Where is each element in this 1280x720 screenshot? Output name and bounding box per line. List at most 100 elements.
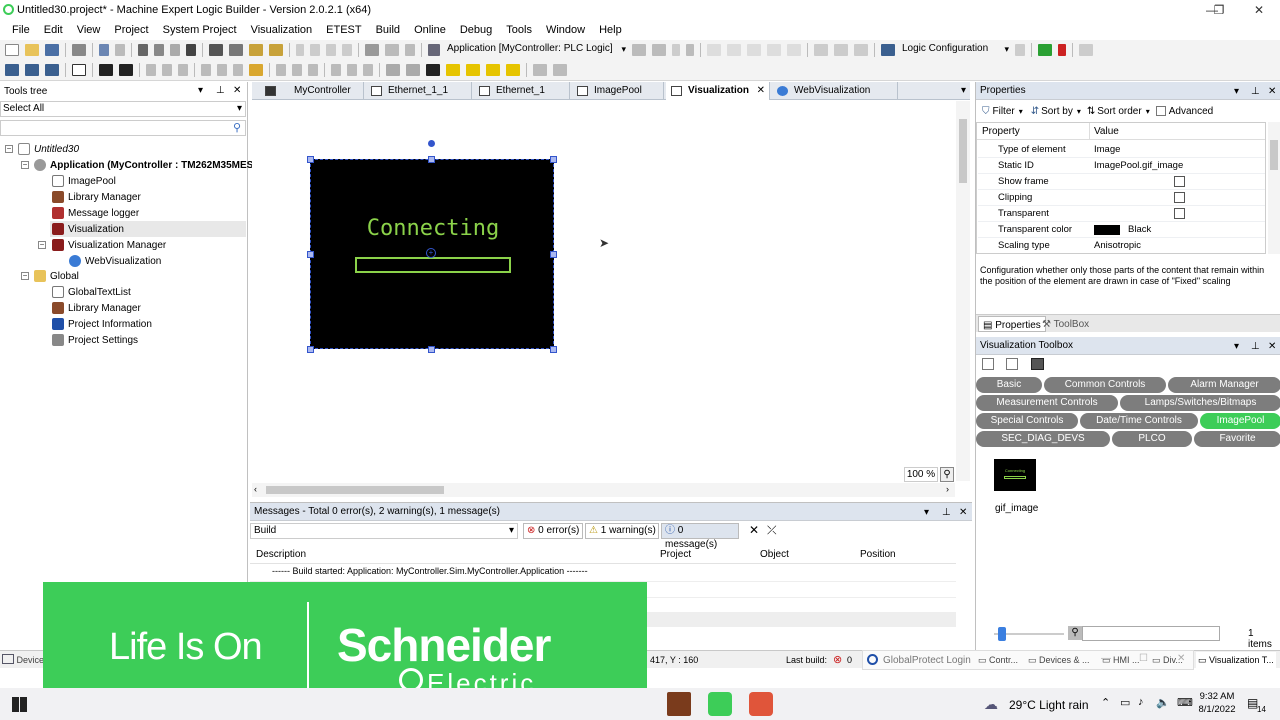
- align-center-icon[interactable]: [162, 64, 172, 76]
- select-all-icon[interactable]: [533, 64, 547, 76]
- filter-button[interactable]: Filter: [993, 106, 1015, 117]
- dropdown-icon[interactable]: ▾: [198, 85, 203, 96]
- toolbox-category-sec-diag-devs[interactable]: SEC_DIAG_DEVS: [976, 431, 1110, 447]
- weather-text[interactable]: 29°C Light rain: [1009, 698, 1089, 712]
- show-frame-checkbox[interactable]: [1174, 176, 1185, 187]
- taskbar-app-icon[interactable]: [749, 692, 773, 716]
- clipping-checkbox[interactable]: [1174, 192, 1185, 203]
- menu-edit[interactable]: Edit: [37, 24, 70, 36]
- toolbox-search-input[interactable]: [1082, 626, 1220, 641]
- selection-handle[interactable]: [307, 346, 314, 353]
- windows-start-icon[interactable]: [12, 697, 27, 712]
- tab-list-dropdown-icon[interactable]: ▾: [961, 85, 966, 96]
- tree-item-application[interactable]: Application (MyController : TM262M35MESE…: [34, 157, 275, 173]
- tab-ethernet-1-1[interactable]: Ethernet_1_1: [366, 82, 472, 100]
- search-icon[interactable]: ⚲: [230, 121, 244, 135]
- clock[interactable]: 9:32 AM 8/1/2022: [1194, 690, 1240, 716]
- find-project-icon[interactable]: [249, 44, 263, 56]
- clear-messages-icon[interactable]: ✕: [749, 523, 759, 537]
- toolbox-category-special-controls[interactable]: Special Controls: [976, 413, 1078, 429]
- pin-icon[interactable]: ⊥: [942, 507, 951, 518]
- advanced-checkbox[interactable]: [1155, 106, 1166, 116]
- tree-item-library-manager[interactable]: Library Manager: [52, 189, 141, 205]
- center-h-icon[interactable]: [363, 64, 373, 76]
- distribute-h-icon[interactable]: [276, 64, 286, 76]
- close-icon[interactable]: ✕: [1268, 86, 1276, 97]
- tab-devices[interactable]: ▭ Devices & ...: [1028, 652, 1090, 668]
- column-description[interactable]: Description: [256, 547, 306, 563]
- filter-icon[interactable]: ⛉: [982, 106, 990, 117]
- prop-row-type[interactable]: Type of element Image: [978, 142, 1265, 158]
- menu-view[interactable]: View: [70, 24, 108, 36]
- toolbox-category-basic[interactable]: Basic: [976, 377, 1042, 393]
- rebuild-icon[interactable]: [385, 44, 399, 56]
- tree-item-globaltextlist[interactable]: GlobalTextList: [52, 284, 131, 300]
- scrollbar-thumb[interactable]: [959, 119, 967, 183]
- vis-group-icon[interactable]: [99, 64, 113, 76]
- taskbar-app-icon[interactable]: [667, 692, 691, 716]
- paste-icon[interactable]: [170, 44, 180, 56]
- slider-thumb[interactable]: [998, 627, 1006, 641]
- grid-icon[interactable]: [386, 64, 400, 76]
- tab-imagepool[interactable]: ImagePool: [572, 82, 664, 100]
- bookmark-prev-icon[interactable]: [326, 44, 336, 56]
- search-input[interactable]: ⚲: [0, 120, 246, 136]
- selection-handle[interactable]: [428, 156, 435, 163]
- close-icon[interactable]: ✕: [959, 507, 967, 518]
- new-icon[interactable]: [5, 44, 19, 56]
- menu-tools[interactable]: Tools: [499, 24, 539, 36]
- redo-icon[interactable]: [115, 44, 125, 56]
- vertical-scrollbar[interactable]: [956, 101, 970, 481]
- collapse-icon[interactable]: −: [21, 272, 29, 280]
- application-combo[interactable]: Application [MyController: PLC Logic]: [443, 42, 629, 58]
- messages-source-select[interactable]: Build ▾: [250, 523, 518, 539]
- toolbox-view-icon[interactable]: [982, 358, 994, 370]
- tree-item-project[interactable]: Untitled30: [18, 141, 79, 157]
- menu-etest[interactable]: ETEST: [319, 24, 368, 36]
- sort-by-button[interactable]: Sort by: [1041, 106, 1073, 117]
- selection-handle[interactable]: [307, 251, 314, 258]
- device-icon[interactable]: [428, 44, 440, 56]
- horizontal-scrollbar[interactable]: ‹ ›: [252, 483, 955, 497]
- run-icon[interactable]: [672, 44, 680, 56]
- scroll-right-icon[interactable]: ›: [946, 484, 949, 494]
- prop-row-static-id[interactable]: Static ID ImagePool.gif_image: [978, 158, 1265, 174]
- next-statement-icon[interactable]: [814, 44, 828, 56]
- find-icon[interactable]: [209, 44, 223, 56]
- align-middle-icon[interactable]: [217, 64, 227, 76]
- delete-icon[interactable]: [186, 44, 196, 56]
- logic-config-icon[interactable]: [881, 44, 895, 56]
- undo-icon[interactable]: [99, 44, 109, 56]
- zoom-level[interactable]: 100 %: [904, 467, 938, 482]
- layer-icon[interactable]: [506, 64, 520, 76]
- distribute-v-icon[interactable]: [292, 64, 302, 76]
- dropdown-icon[interactable]: ▾: [1234, 86, 1239, 97]
- toolbox-category-favorite[interactable]: Favorite: [1194, 431, 1280, 447]
- collapse-icon[interactable]: −: [5, 145, 13, 153]
- selection-handle[interactable]: [307, 156, 314, 163]
- toolbox-image-icon[interactable]: [1031, 358, 1044, 370]
- close-icon[interactable]: ✕: [1268, 341, 1276, 352]
- devices-tab[interactable]: Device: [2, 654, 44, 665]
- tree-item-webvisualization[interactable]: WebVisualization: [69, 253, 161, 269]
- collapse-icon[interactable]: −: [21, 161, 29, 169]
- cut-icon[interactable]: [138, 44, 148, 56]
- tree-item-visualization[interactable]: Visualization: [52, 221, 124, 237]
- tree-item-project-settings[interactable]: Project Settings: [52, 332, 138, 348]
- bring-forward-icon[interactable]: [446, 64, 460, 76]
- vis-color-icon[interactable]: [249, 64, 263, 76]
- search-icon[interactable]: ⚲: [1068, 626, 1082, 640]
- tree-item-imagepool[interactable]: ImagePool: [52, 173, 116, 189]
- dropdown-icon[interactable]: ▾: [1234, 341, 1239, 352]
- menu-file[interactable]: File: [0, 24, 37, 36]
- warnings-filter-button[interactable]: ⚠ 1 warning(s): [585, 523, 659, 539]
- toolbox-category-alarm-manager[interactable]: Alarm Manager: [1168, 377, 1280, 393]
- connect-dropdown-icon[interactable]: [1058, 44, 1066, 56]
- tree-item-project-information[interactable]: Project Information: [52, 316, 152, 332]
- replace-icon[interactable]: [229, 44, 243, 56]
- vis-frame-icon[interactable]: [72, 64, 86, 76]
- pin-icon[interactable]: ⊥: [1251, 341, 1260, 352]
- filter-select[interactable]: Select All ▾: [0, 101, 246, 117]
- visualization-editor[interactable]: Connecting + ➤ 100 % ⚲ ▾ ‹ ›: [252, 101, 970, 499]
- scrollbar-thumb[interactable]: [266, 486, 444, 494]
